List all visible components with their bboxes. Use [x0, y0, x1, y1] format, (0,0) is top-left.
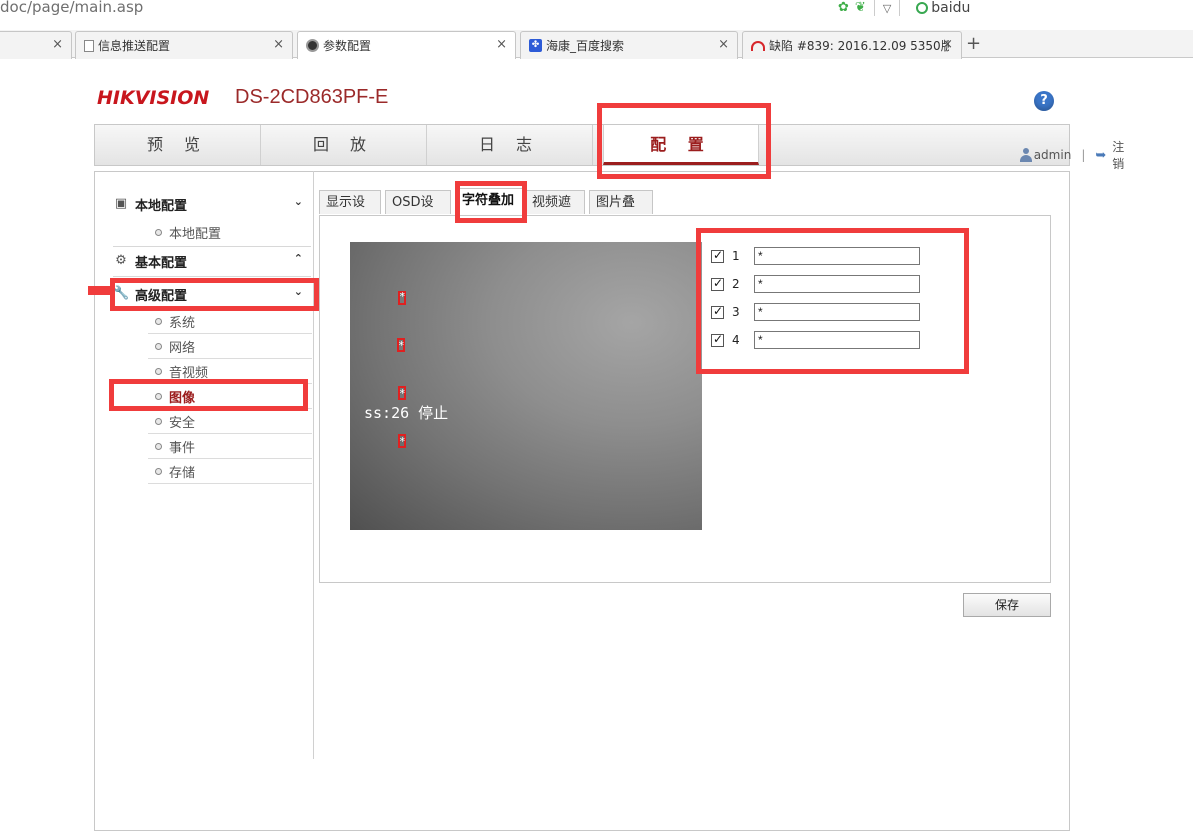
tab-privacy-mask[interactable]: 视频遮盖: [525, 190, 585, 233]
close-icon[interactable]: ×: [273, 37, 284, 52]
tab-osd-settings[interactable]: OSD设置: [385, 190, 451, 233]
sidebar-item-event[interactable]: 事件: [148, 434, 312, 459]
sidebar-item-storage[interactable]: 存储: [148, 459, 312, 484]
help-icon[interactable]: ?: [1034, 91, 1054, 111]
tab-display-settings[interactable]: 显示设置: [319, 190, 381, 233]
group-label: 基本配置: [135, 255, 188, 271]
hikvision-logo: HIKVISION: [97, 87, 209, 109]
device-model: DS-2CD863PF-E: [235, 86, 389, 108]
address-bar-icons: ✿ ❦ ▽ baidu: [838, 0, 970, 16]
logout-link[interactable]: 注 销: [1112, 138, 1129, 172]
browser-tab-0[interactable]: ×: [0, 31, 72, 59]
monitor-icon: ▣: [114, 196, 128, 211]
group-label: 本地配置: [135, 198, 188, 214]
camera-icon: [306, 39, 319, 52]
close-icon[interactable]: ×: [942, 37, 953, 52]
tab-label: 信息推送配置: [98, 39, 171, 53]
sidebar-item-local-config[interactable]: 本地配置: [148, 220, 312, 245]
url-text[interactable]: doc/page/main.asp: [0, 0, 143, 16]
browser-tab-defect[interactable]: 缺陷 #839: 2016.12.09 5350版 ×: [742, 31, 962, 59]
leaf-icon[interactable]: ❦: [855, 0, 866, 16]
bullet-icon: [155, 367, 162, 375]
baidu-paw-icon: ✤: [529, 39, 542, 52]
bullet-icon: [155, 342, 162, 350]
item-label: 网络: [169, 340, 196, 356]
sidebar-group-local[interactable]: ▣ 本地配置 ⌄: [113, 191, 311, 217]
osd-overlay-mark-3: *: [399, 387, 406, 400]
browser-tab-param-config[interactable]: 参数配置 ×: [297, 31, 516, 59]
close-icon[interactable]: ×: [52, 37, 63, 52]
osd-overlay-mark-1: *: [399, 290, 406, 303]
chevron-down-icon[interactable]: ▽: [883, 2, 891, 15]
tab-picture-overlay[interactable]: 图片叠加: [589, 190, 653, 233]
bullet-icon: [155, 417, 162, 425]
tab-label: 参数配置: [323, 39, 372, 53]
osd-overlay-mark-2: *: [398, 339, 405, 352]
item-label: 存储: [169, 465, 196, 481]
sidebar-item-security[interactable]: 安全: [148, 409, 312, 434]
refresh-icon[interactable]: ✿: [838, 0, 849, 16]
document-icon: [84, 39, 94, 52]
main-nav: 预 览 回 放 日 志 配 置 admin | ➥ 注 销: [94, 124, 1124, 171]
close-icon[interactable]: ×: [718, 37, 729, 52]
annotation-box-overlay-fields: [696, 228, 969, 374]
divider: [113, 276, 311, 277]
item-label: 系统: [169, 315, 196, 331]
sidebar-item-system[interactable]: 系统: [148, 309, 312, 334]
username[interactable]: admin: [1034, 148, 1072, 162]
search-engine-selector[interactable]: baidu: [916, 0, 970, 16]
address-bar[interactable]: doc/page/main.asp ✿ ❦ ▽ baidu: [0, 0, 1193, 18]
tab-label: 缺陷 #839: 2016.12.09 5350版: [769, 39, 949, 53]
separator: [899, 0, 901, 16]
item-label: 安全: [169, 415, 196, 431]
annotation-box-text-overlay-tab: [455, 181, 527, 223]
video-preview[interactable]: * * * * ss:26 停止: [350, 242, 702, 530]
tab-label: 海康_百度搜索: [546, 39, 625, 53]
nav-preview[interactable]: 预 览: [95, 125, 261, 165]
annotation-box-image-item: [109, 379, 308, 411]
user-area: admin | ➥ 注 销: [1019, 138, 1130, 172]
item-label: 事件: [169, 440, 196, 456]
nav-log[interactable]: 日 志: [427, 125, 593, 165]
bullet-icon: [155, 442, 162, 450]
browser-tab-baidu-search[interactable]: ✤ 海康_百度搜索 ×: [520, 31, 738, 59]
divider: [113, 246, 311, 247]
browser-tab-info-push[interactable]: 信息推送配置 ×: [75, 31, 293, 59]
bullet-icon: [155, 467, 162, 475]
separator: |: [1081, 148, 1086, 162]
separator: [873, 0, 875, 16]
new-tab-button[interactable]: +: [966, 33, 981, 54]
gear-icon: ⚙: [115, 253, 127, 268]
annotation-box-advanced-config: [110, 278, 319, 311]
logo-text-hik: HIK: [97, 87, 135, 109]
chevron-down-icon: ⌄: [293, 195, 303, 208]
bullet-icon: [155, 229, 162, 236]
item-label: 音视频: [169, 365, 209, 381]
bullet-icon: [155, 317, 162, 325]
item-label: 本地配置: [169, 227, 222, 242]
osd-overlay-mark-4: *: [399, 435, 406, 448]
logout-icon[interactable]: ➥: [1095, 148, 1106, 163]
redmine-icon: [751, 40, 765, 51]
osd-status-text: ss:26 停止: [364, 404, 449, 422]
close-icon[interactable]: ×: [496, 37, 507, 52]
sidebar-group-basic[interactable]: ⚙ 基本配置 ⌃: [113, 248, 311, 274]
nav-playback[interactable]: 回 放: [261, 125, 427, 165]
sidebar-item-network[interactable]: 网络: [148, 334, 312, 359]
chevron-up-icon: ⌃: [293, 252, 303, 265]
annotation-box-config-nav: [597, 103, 771, 179]
search-engine-icon: [916, 2, 929, 14]
annotation-arrow: [88, 286, 112, 295]
search-engine-label: baidu: [931, 0, 971, 16]
save-button[interactable]: 保存: [963, 593, 1051, 617]
browser-tabbar: × 信息推送配置 × 参数配置 × ✤ 海康_百度搜索 × 缺陷 #839: 2…: [0, 30, 1193, 59]
user-icon: [1019, 148, 1032, 162]
logo-text-vision: VISION: [134, 87, 210, 109]
sidebar-divider: [313, 171, 314, 759]
